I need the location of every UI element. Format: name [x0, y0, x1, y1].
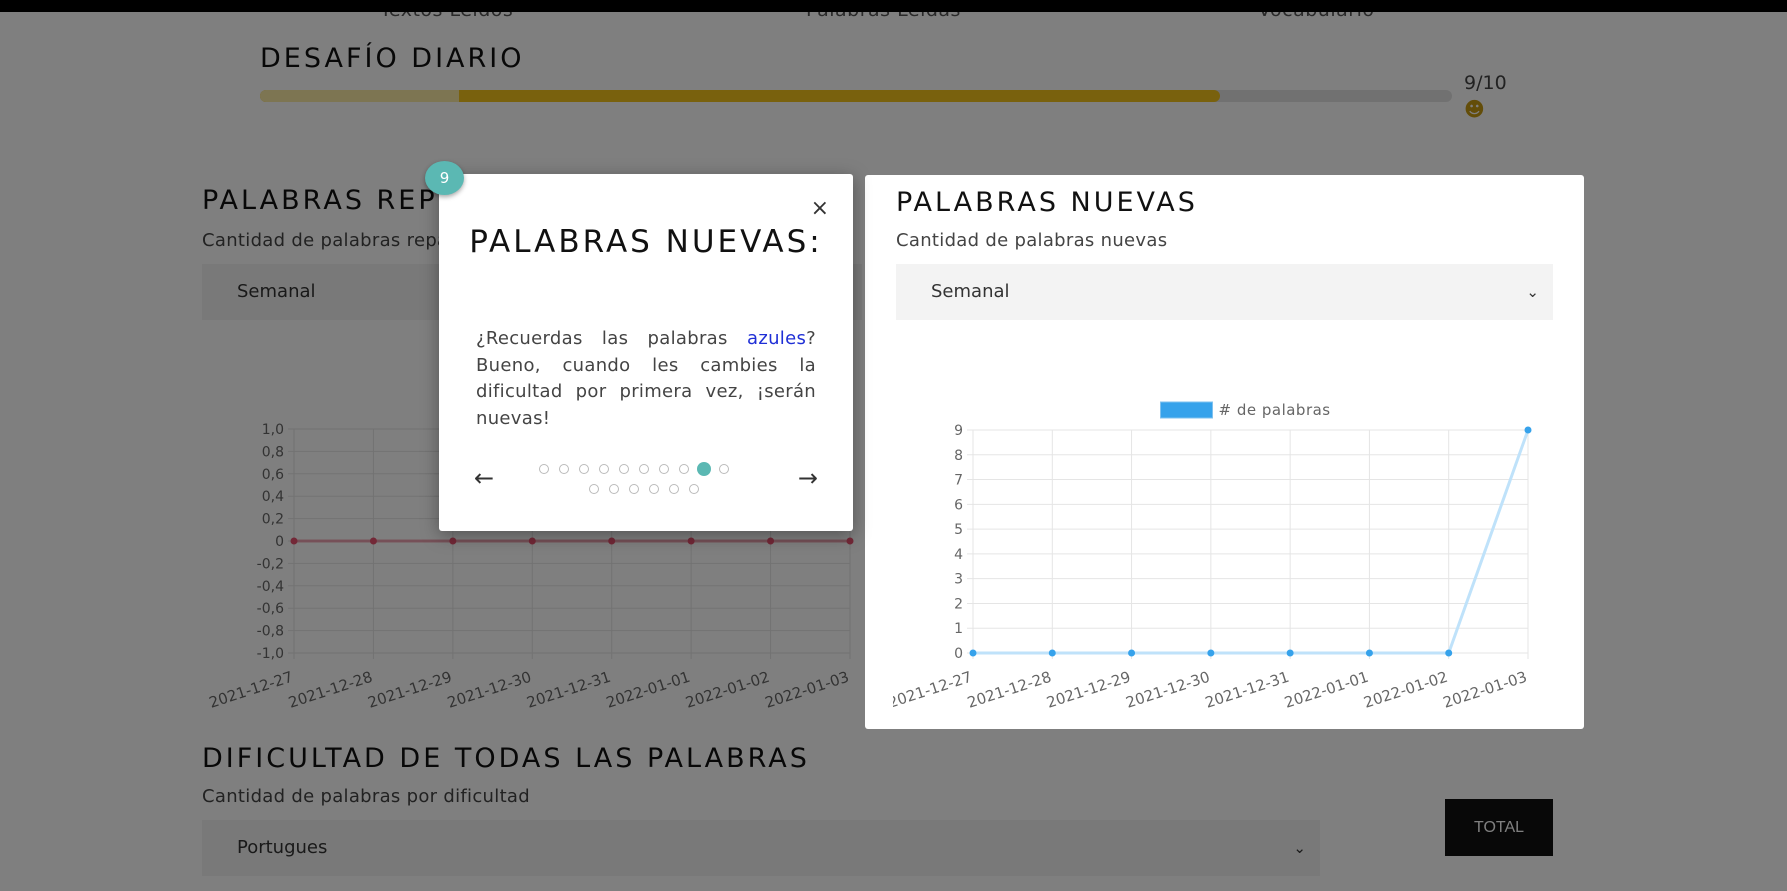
x-tick-label: 2022-01-01 [1282, 668, 1370, 712]
tour-popup-title: PALABRAS NUEVAS: [469, 224, 823, 260]
tour-step-dot[interactable] [559, 464, 569, 474]
y-tick-label: 1 [954, 621, 963, 637]
x-tick-label: 2021-12-31 [1203, 668, 1291, 712]
y-tick-label: 0 [954, 646, 963, 662]
tour-step-dot[interactable] [679, 464, 689, 474]
x-tick-label: 2022-01-03 [1441, 668, 1529, 712]
tour-popup: × PALABRAS NUEVAS: ¿Recuerdas las palabr… [439, 174, 853, 531]
tour-popup-body: ¿Recuerdas las palabras azules? Bueno, c… [476, 326, 816, 432]
y-tick-label: 4 [954, 547, 963, 563]
new-words-subtitle: Cantidad de palabras nuevas [896, 230, 1168, 251]
data-point [1524, 426, 1532, 434]
data-point [1128, 649, 1136, 657]
tour-step-dot[interactable] [697, 462, 711, 476]
x-tick-label: 2021-12-27 [893, 668, 974, 712]
data-point [1365, 649, 1373, 657]
data-point [1048, 649, 1056, 657]
arrow-right-icon[interactable]: → [798, 466, 818, 490]
arrow-left-icon[interactable]: ← [474, 466, 494, 490]
y-tick-label: 8 [954, 448, 963, 464]
new-words-period-select[interactable]: Semanal ⌄ [896, 264, 1553, 320]
tour-step-dot[interactable] [579, 464, 589, 474]
tour-step-dot[interactable] [629, 484, 639, 494]
tour-step-badge: 9 [425, 161, 464, 195]
x-tick-label: 2021-12-29 [1044, 668, 1132, 712]
tour-step-dot[interactable] [639, 464, 649, 474]
tour-step-dot[interactable] [619, 464, 629, 474]
legend-swatch [1160, 401, 1213, 419]
body-text-start: ¿Recuerdas las palabras [476, 328, 747, 349]
chevron-down-icon: ⌄ [1526, 283, 1539, 301]
y-tick-label: 5 [954, 522, 963, 538]
tour-step-dot[interactable] [539, 464, 549, 474]
data-point [1445, 649, 1453, 657]
tour-step-dot[interactable] [589, 484, 599, 494]
close-icon[interactable]: × [811, 196, 829, 221]
new-words-card: PALABRAS NUEVAS Cantidad de palabras nue… [865, 175, 1584, 729]
y-tick-label: 3 [954, 572, 963, 588]
x-tick-label: 2021-12-30 [1124, 668, 1212, 712]
tour-step-dot[interactable] [669, 484, 679, 494]
series-line [973, 429, 1530, 655]
new-words-chart: 9 8 7 6 5 4 3 2 1 0 2021-12-272021-12-282021-12-29… [893, 401, 1532, 712]
legend-label: # de palabras [1219, 401, 1331, 419]
tour-step-dot[interactable] [659, 464, 669, 474]
tour-step-dot[interactable] [719, 464, 729, 474]
x-tick-label: 2021-12-28 [965, 668, 1053, 712]
tour-step-dot[interactable] [689, 484, 699, 494]
y-tick-label: 7 [954, 473, 963, 489]
body-highlight-word: azules [747, 328, 807, 349]
y-tick-label: 2 [954, 596, 963, 612]
y-tick-label: 6 [954, 497, 963, 513]
tour-step-dot[interactable] [649, 484, 659, 494]
data-point [969, 649, 977, 657]
new-words-title: PALABRAS NUEVAS [896, 187, 1198, 218]
tour-step-dot[interactable] [609, 484, 619, 494]
select-value: Semanal [931, 281, 1010, 302]
tour-step-dot[interactable] [599, 464, 609, 474]
data-point [1286, 649, 1294, 657]
x-tick-label: 2022-01-02 [1361, 668, 1449, 712]
data-point [1207, 649, 1215, 657]
y-tick-label: 9 [954, 423, 963, 439]
